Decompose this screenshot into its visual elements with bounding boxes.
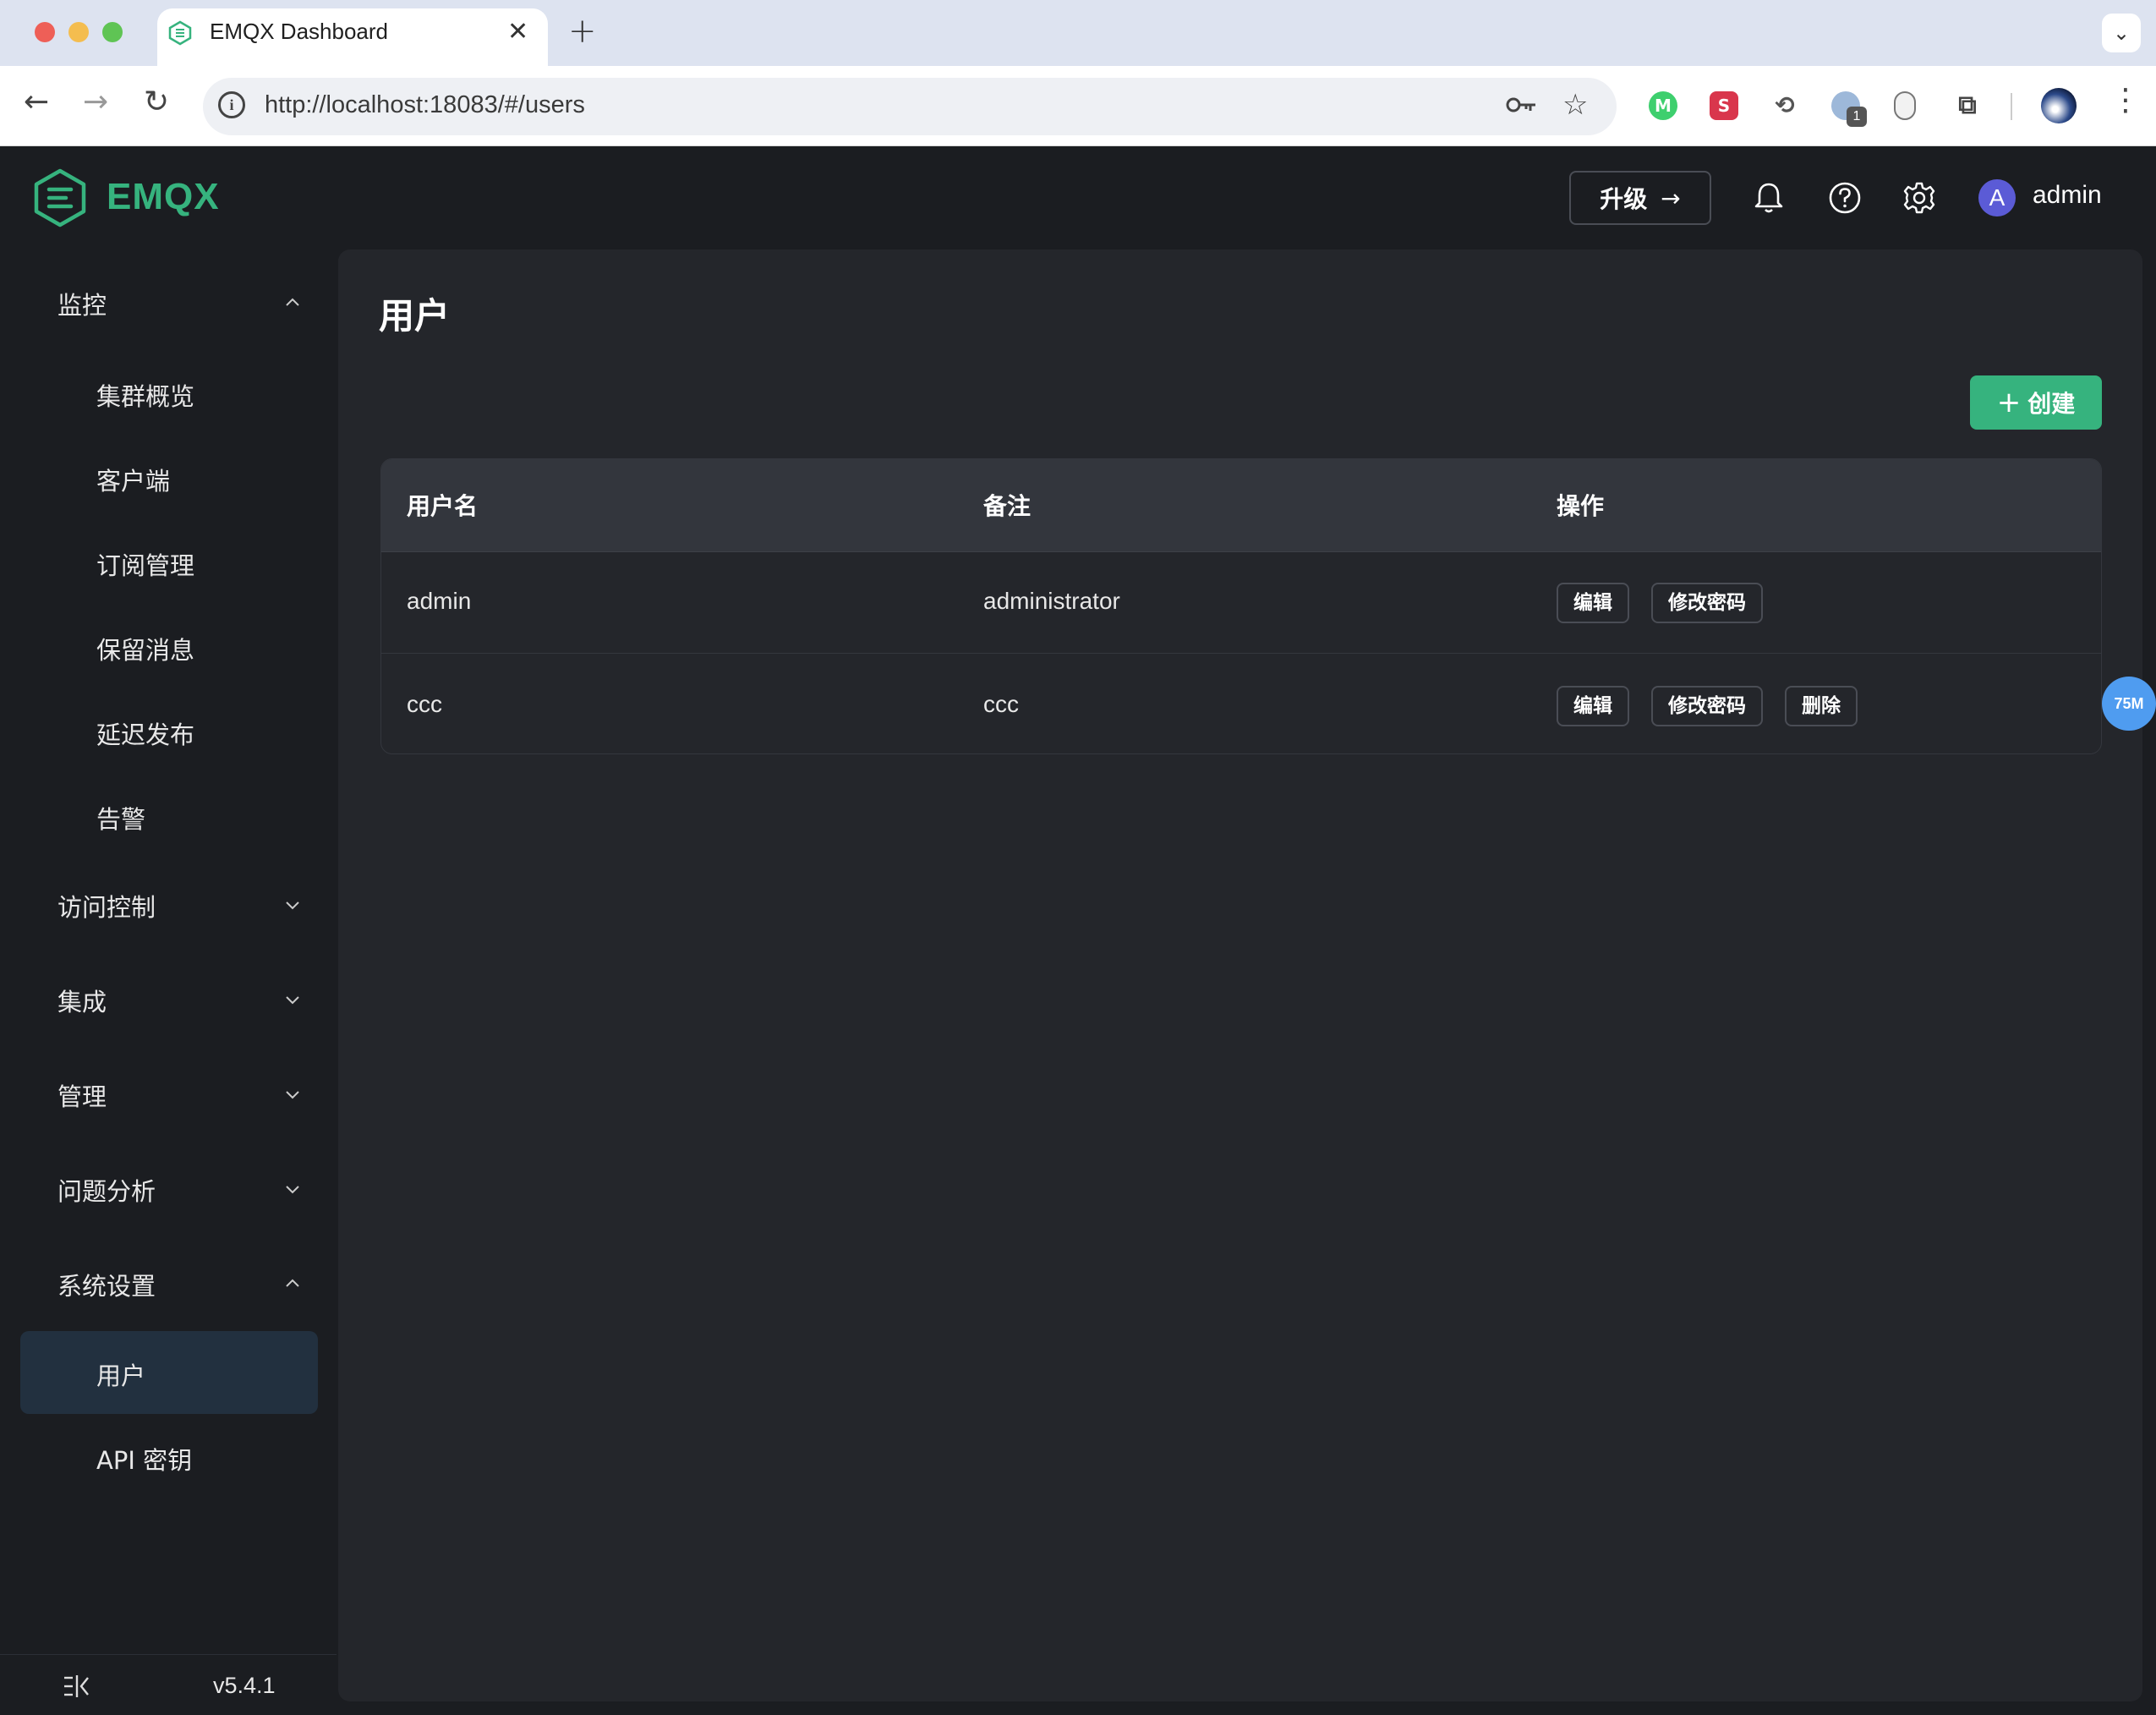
help-question-icon[interactable] bbox=[1826, 179, 1863, 216]
chevron-up-icon[interactable] bbox=[282, 293, 303, 313]
plus-icon: + bbox=[1996, 386, 2022, 419]
table-header: 用户名 备注 操作 bbox=[381, 459, 2101, 552]
gear-icon[interactable] bbox=[1901, 179, 1938, 216]
address-url[interactable]: http://localhost:18083/#/users bbox=[265, 91, 585, 119]
bell-icon[interactable] bbox=[1750, 179, 1787, 216]
user-name[interactable]: admin bbox=[2033, 181, 2102, 210]
toolbar-divider bbox=[2011, 93, 2012, 120]
sidebar-group-integration[interactable]: 集成 bbox=[57, 983, 107, 1018]
emqx-favicon-icon bbox=[168, 20, 192, 46]
browser-tab-title: EMQX Dashboard bbox=[210, 19, 388, 44]
column-header-actions: 操作 bbox=[1557, 492, 1605, 520]
memory-usage-badge[interactable]: 75M bbox=[2102, 677, 2156, 731]
chevron-down-icon[interactable] bbox=[282, 1179, 303, 1199]
sidebar-item-cluster-overview[interactable]: 集群概览 bbox=[96, 377, 194, 413]
sidebar-footer bbox=[0, 1654, 337, 1715]
back-arrow-icon[interactable]: ← bbox=[24, 85, 49, 119]
delete-button[interactable]: 删除 bbox=[1785, 686, 1858, 726]
page-title: 用户 bbox=[379, 295, 451, 337]
sidebar-group-access-control[interactable]: 访问控制 bbox=[57, 888, 156, 923]
sidebar-item-clients[interactable]: 客户端 bbox=[96, 462, 170, 497]
sidebar-item-alarms[interactable]: 告警 bbox=[96, 800, 145, 836]
edit-button[interactable]: 编辑 bbox=[1557, 686, 1629, 726]
extensions-puzzle-icon[interactable]: ⧉ bbox=[1953, 91, 1982, 120]
sidebar-group-system-settings[interactable]: 系统设置 bbox=[57, 1267, 156, 1302]
change-password-button[interactable]: 修改密码 bbox=[1651, 686, 1763, 726]
upgrade-button[interactable]: 升级 → bbox=[1569, 171, 1711, 225]
window-minimize-button[interactable] bbox=[68, 22, 89, 42]
browser-menu-kebab-icon[interactable]: ⋮ bbox=[2110, 83, 2141, 118]
sidebar-collapse-icon[interactable] bbox=[63, 1673, 93, 1700]
emqx-logo-icon bbox=[34, 168, 86, 227]
profile-avatar-icon[interactable] bbox=[2041, 88, 2077, 123]
tab-search-chevron-icon[interactable]: ⌄ bbox=[2102, 14, 2141, 52]
cell-note: administrator bbox=[983, 588, 1120, 614]
sidebar-item-users[interactable]: 用户 bbox=[96, 1356, 145, 1392]
logo-text: EMQX bbox=[107, 176, 220, 217]
cell-username: ccc bbox=[407, 691, 442, 717]
reload-icon[interactable]: ↻ bbox=[144, 85, 169, 119]
password-key-icon[interactable] bbox=[1505, 91, 1539, 118]
cell-username: admin bbox=[407, 588, 472, 614]
history-icon[interactable]: ⟲ bbox=[1770, 91, 1799, 120]
column-header-note: 备注 bbox=[983, 492, 1031, 520]
upgrade-label: 升级 bbox=[1600, 185, 1648, 213]
sidebar-item-retained-messages[interactable]: 保留消息 bbox=[96, 631, 194, 666]
chevron-down-icon[interactable] bbox=[282, 1084, 303, 1104]
bookmark-star-icon[interactable]: ☆ bbox=[1562, 88, 1588, 122]
sidebar-item-subscriptions[interactable]: 订阅管理 bbox=[96, 546, 194, 582]
extension-green-icon[interactable]: M bbox=[1649, 91, 1677, 120]
table-row: admin administrator 编辑 修改密码 bbox=[381, 552, 2101, 654]
create-user-button[interactable]: + 创建 bbox=[1970, 375, 2102, 430]
chevron-up-icon[interactable] bbox=[282, 1274, 303, 1294]
new-tab-icon[interactable]: + bbox=[568, 12, 597, 51]
window-zoom-button[interactable] bbox=[102, 22, 123, 42]
chevron-down-icon[interactable] bbox=[282, 989, 303, 1010]
sidebar-item-delayed-publish[interactable]: 延迟发布 bbox=[96, 715, 194, 751]
site-info-icon[interactable]: i bbox=[218, 91, 245, 118]
column-header-username: 用户名 bbox=[407, 492, 479, 520]
tab-close-icon[interactable]: ✕ bbox=[507, 17, 528, 47]
sidebar-item-users-active[interactable] bbox=[20, 1331, 318, 1414]
users-table: 用户名 备注 操作 admin administrator 编辑 修改密码 cc… bbox=[380, 458, 2102, 754]
arrow-right-icon: → bbox=[1661, 184, 1681, 212]
cell-note: ccc bbox=[983, 691, 1019, 717]
chevron-down-icon[interactable] bbox=[282, 895, 303, 915]
sidebar-group-monitor[interactable]: 监控 bbox=[57, 286, 107, 321]
change-password-button[interactable]: 修改密码 bbox=[1651, 583, 1763, 623]
extension-toggle-icon[interactable] bbox=[1894, 91, 1916, 120]
sidebar-group-management[interactable]: 管理 bbox=[57, 1077, 107, 1113]
user-avatar[interactable]: A bbox=[1978, 179, 2016, 216]
sidebar-item-api-keys[interactable]: API 密钥 bbox=[96, 1441, 192, 1477]
sidebar-group-diagnostics[interactable]: 问题分析 bbox=[57, 1172, 156, 1208]
create-label: 创建 bbox=[2027, 390, 2076, 418]
extension-badge: 1 bbox=[1847, 107, 1867, 127]
app-version: v5.4.1 bbox=[213, 1673, 276, 1698]
table-row: ccc ccc 编辑 修改密码 删除 bbox=[381, 654, 2101, 753]
window-close-button[interactable] bbox=[35, 22, 55, 42]
extension-s-icon[interactable]: S bbox=[1710, 91, 1738, 120]
edit-button[interactable]: 编辑 bbox=[1557, 583, 1629, 623]
forward-arrow-icon[interactable]: → bbox=[83, 85, 108, 119]
